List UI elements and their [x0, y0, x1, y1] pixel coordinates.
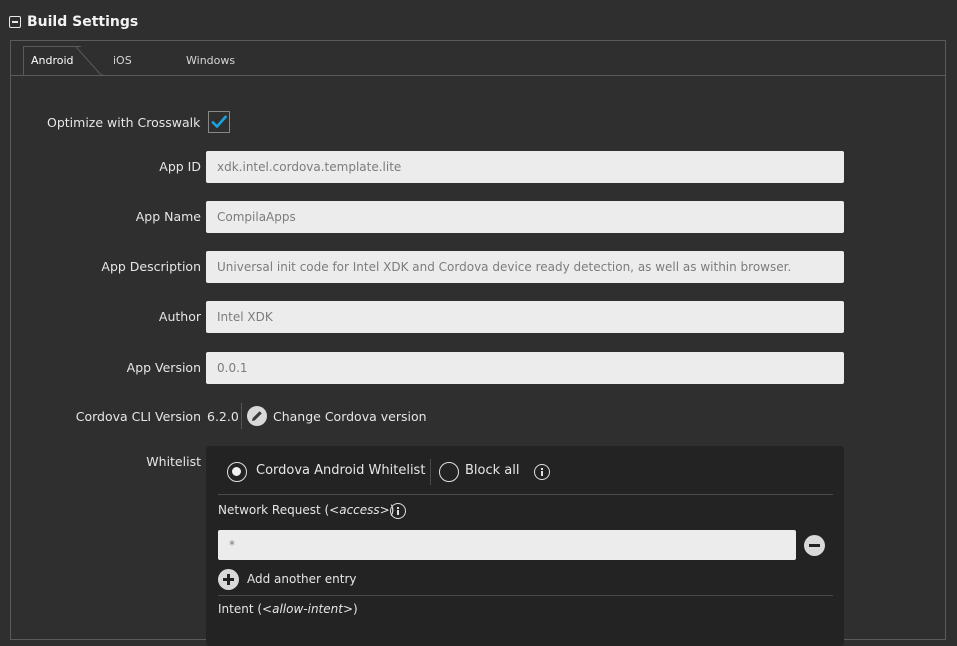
add-entry-icon[interactable] [218, 569, 239, 590]
whitelist-panel: Cordova Android Whitelist Block all Netw… [206, 446, 844, 646]
divider [218, 595, 833, 596]
remove-entry-icon[interactable] [804, 535, 825, 556]
divider [241, 403, 242, 429]
divider [218, 494, 833, 495]
change-cordova-version-link[interactable]: Change Cordova version [273, 409, 427, 424]
block-all-radio[interactable] [439, 462, 459, 482]
tab-android-label[interactable]: Android [31, 54, 74, 67]
app-version-input[interactable]: 0.0.1 [206, 352, 844, 384]
info-icon[interactable] [534, 464, 550, 480]
cordova-cli-label: Cordova CLI Version [75, 409, 201, 424]
block-all-label[interactable]: Block all [465, 463, 519, 478]
collapse-icon[interactable] [9, 16, 21, 28]
cordova-version-value: 6.2.0 [207, 409, 239, 424]
checkmark-icon [211, 115, 227, 129]
author-input[interactable]: Intel XDK [206, 301, 844, 333]
author-label: Author [158, 309, 201, 324]
crosswalk-checkbox[interactable] [208, 111, 230, 133]
tab-windows[interactable]: Windows [186, 54, 235, 67]
crosswalk-label: Optimize with Crosswalk [47, 115, 201, 130]
app-name-label: App Name [135, 209, 201, 224]
section-title: Build Settings [27, 14, 139, 30]
app-description-input[interactable]: Universal init code for Intel XDK and Co… [206, 251, 844, 283]
build-settings-header[interactable]: Build Settings [9, 11, 138, 33]
app-id-label: App ID [159, 159, 201, 174]
tab-ios[interactable]: iOS [113, 54, 132, 67]
app-version-label: App Version [126, 360, 201, 375]
cordova-whitelist-label[interactable]: Cordova Android Whitelist [256, 463, 425, 478]
app-name-input[interactable]: CompilaApps [206, 201, 844, 233]
platform-tabs: Android iOS Windows [11, 41, 945, 76]
app-description-label: App Description [101, 259, 201, 274]
network-request-label: Network Request (<access>) [218, 503, 395, 517]
build-settings-panel: Android iOS Windows Optimize with Crossw… [10, 40, 946, 646]
intent-label: Intent (<allow-intent>) [218, 602, 358, 616]
network-request-input[interactable]: * [218, 530, 796, 560]
pencil-icon[interactable] [247, 406, 267, 426]
divider [430, 459, 431, 485]
whitelist-label: Whitelist [146, 454, 201, 469]
cordova-whitelist-radio[interactable] [227, 462, 247, 482]
add-another-entry-link[interactable]: Add another entry [247, 572, 357, 586]
app-id-input[interactable]: xdk.intel.cordova.template.lite [206, 151, 844, 183]
info-icon[interactable] [390, 503, 406, 519]
